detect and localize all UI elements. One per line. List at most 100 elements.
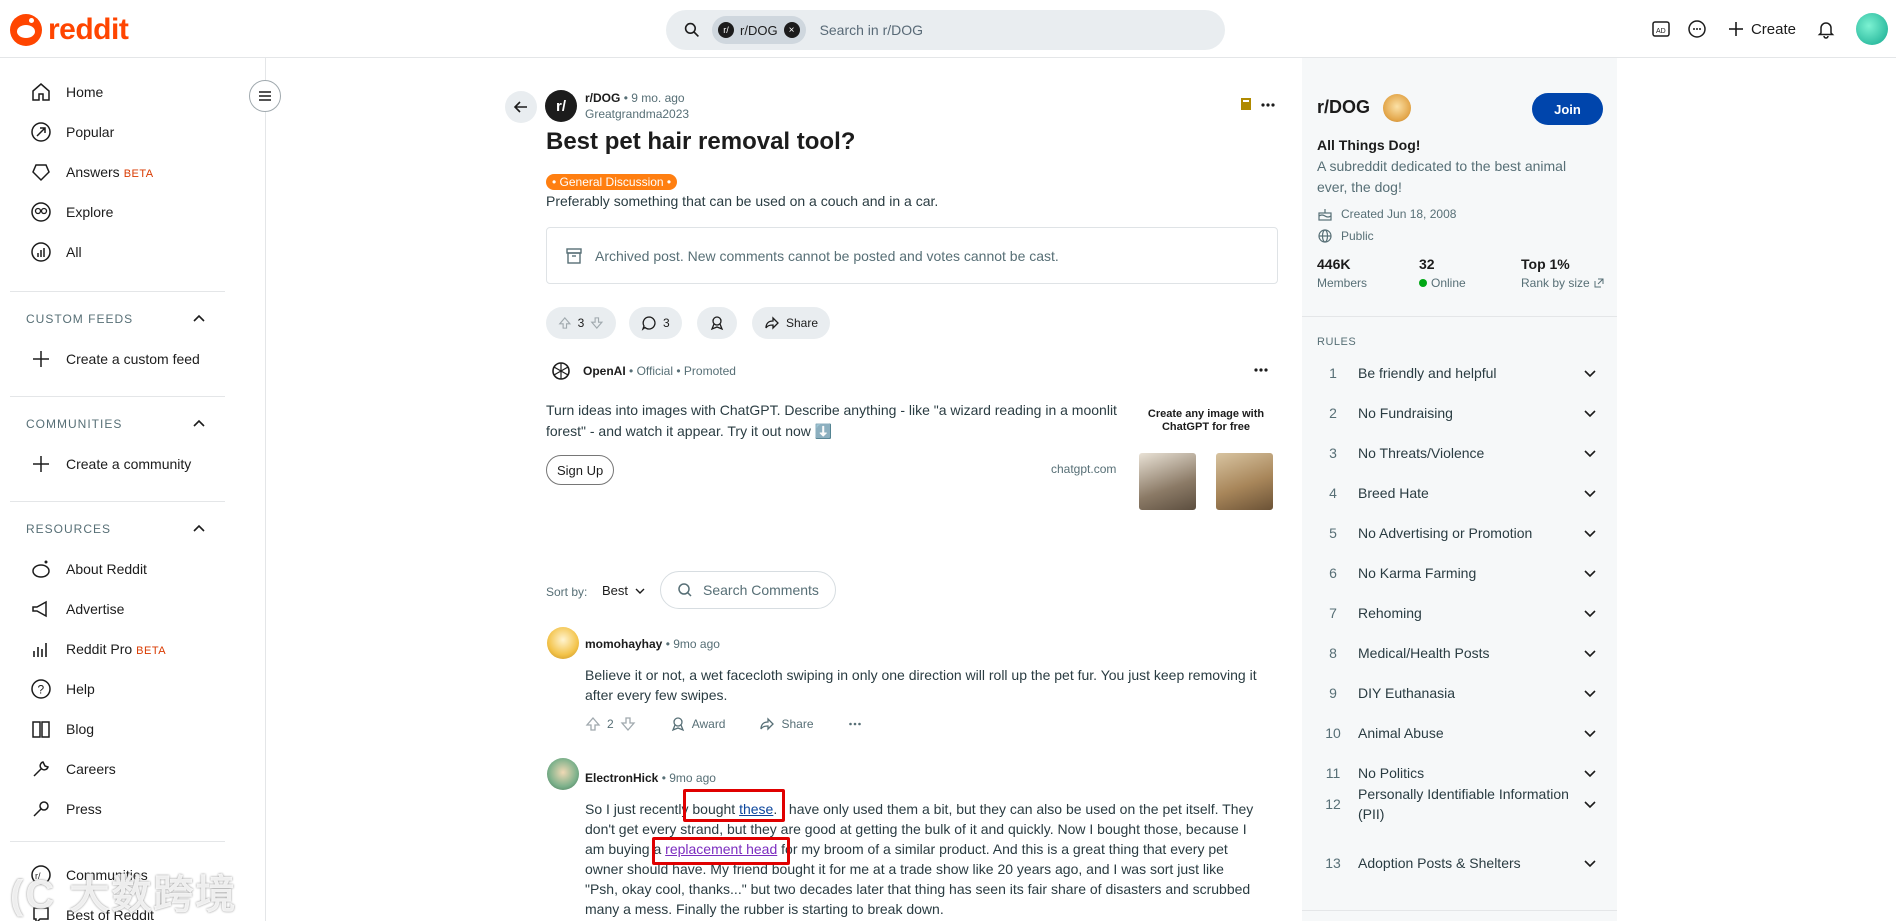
- award-icon[interactable]: [670, 716, 686, 732]
- reddit-alien-icon: [32, 560, 50, 578]
- sidebar-item-blog[interactable]: Blog: [30, 717, 94, 741]
- subreddit-avatar[interactable]: r/: [545, 90, 577, 122]
- award-button[interactable]: Award: [692, 717, 726, 731]
- rule-item[interactable]: 13 Adoption Posts & Shelters: [1320, 853, 1598, 873]
- sidebar-item-careers[interactable]: Careers: [30, 757, 116, 781]
- sidebar-item-explore[interactable]: Explore: [30, 200, 113, 224]
- rule-item[interactable]: 5 No Advertising or Promotion: [1320, 523, 1598, 543]
- rule-item[interactable]: 3 No Threats/Violence: [1320, 443, 1598, 463]
- comments-button[interactable]: 3: [629, 307, 682, 339]
- rule-text: Be friendly and helpful: [1358, 365, 1497, 381]
- user-avatar[interactable]: [1856, 13, 1888, 45]
- subreddit-link[interactable]: r/DOG: [585, 91, 620, 105]
- resources-heading[interactable]: RESOURCES: [26, 522, 206, 536]
- sign-up-button[interactable]: Sign Up: [546, 455, 615, 485]
- rule-number: 5: [1329, 525, 1337, 541]
- rule-item[interactable]: 12 Personally Identifiable Information (P…: [1320, 784, 1598, 824]
- sidebar-divider: [1302, 910, 1617, 911]
- rule-text: No Politics: [1358, 765, 1425, 781]
- chevron-down-icon: [1584, 490, 1596, 498]
- stat-online: 32 Online: [1419, 256, 1466, 290]
- community-name: r/DOG: [1317, 97, 1371, 117]
- communities-heading[interactable]: COMMUNITIES: [26, 417, 206, 431]
- commenter-avatar[interactable]: [547, 758, 579, 790]
- share-icon[interactable]: [759, 716, 775, 732]
- downvote-icon[interactable]: [590, 315, 604, 331]
- search-comments-input[interactable]: Search Comments: [660, 571, 836, 609]
- ad-image-cat-1[interactable]: [1139, 453, 1196, 510]
- bar-chart-icon: [33, 643, 47, 657]
- post-author[interactable]: Greatgrandma2023: [585, 107, 689, 121]
- collapse-sidebar-button[interactable]: [249, 80, 281, 112]
- sidebar-item-home[interactable]: Home: [30, 80, 103, 104]
- chevron-down-icon: [1584, 860, 1596, 868]
- back-button[interactable]: [505, 91, 537, 123]
- upvote-icon[interactable]: [585, 716, 601, 732]
- chat-icon[interactable]: [1679, 11, 1715, 47]
- advertise-icon[interactable]: AD: [1643, 11, 1679, 47]
- save-icon[interactable]: [1240, 97, 1252, 114]
- sidebar-item-popular[interactable]: Popular: [30, 120, 114, 144]
- share-button[interactable]: Share: [752, 307, 831, 339]
- search-bar[interactable]: r/ r/DOG ×: [666, 10, 1225, 50]
- award-button[interactable]: [697, 307, 737, 339]
- sidebar-item-about-reddit[interactable]: About Reddit: [30, 557, 147, 581]
- create-custom-feed-button[interactable]: Create a custom feed: [30, 347, 200, 371]
- post-flair[interactable]: • General Discussion •: [546, 174, 678, 190]
- explore-icon: [31, 202, 51, 222]
- ad-overflow-icon[interactable]: [1253, 362, 1269, 381]
- downvote-icon[interactable]: [620, 716, 636, 732]
- comment-author[interactable]: momohayhay: [585, 637, 662, 651]
- notifications-bell-icon[interactable]: [1808, 11, 1844, 47]
- sidebar-item-reddit-pro[interactable]: Reddit Pro BETA: [30, 637, 166, 661]
- stat-members: 446K Members: [1317, 256, 1368, 290]
- rule-number: 7: [1329, 605, 1337, 621]
- sidebar-item-help[interactable]: ? Help: [30, 677, 95, 701]
- rule-item[interactable]: 2 No Fundraising: [1320, 403, 1598, 423]
- comment-author[interactable]: ElectronHick: [585, 771, 658, 785]
- ad-domain[interactable]: chatgpt.com: [1051, 462, 1116, 476]
- commenter-avatar[interactable]: [547, 627, 579, 659]
- rule-item[interactable]: 11 No Politics: [1320, 763, 1598, 783]
- sidebar-item-press[interactable]: Press: [30, 797, 102, 821]
- search-input[interactable]: [819, 22, 1180, 38]
- stat-rank[interactable]: Top 1% Rank by size: [1521, 256, 1604, 290]
- create-community-button[interactable]: Create a community: [30, 452, 191, 476]
- plus-icon: [1728, 22, 1743, 36]
- rule-item[interactable]: 6 No Karma Farming: [1320, 563, 1598, 583]
- overflow-menu-icon[interactable]: [1260, 97, 1276, 116]
- sidebar-divider: [10, 291, 225, 292]
- custom-feeds-heading[interactable]: CUSTOM FEEDS: [26, 312, 206, 326]
- rules-heading: RULES: [1317, 336, 1357, 348]
- rule-number: 11: [1325, 765, 1341, 781]
- sidebar-item-advertise[interactable]: Advertise: [30, 597, 124, 621]
- post-body: Preferably something that can be used on…: [546, 193, 939, 209]
- rule-item[interactable]: 8 Medical/Health Posts: [1320, 643, 1598, 663]
- rule-item[interactable]: 4 Breed Hate: [1320, 483, 1598, 503]
- sort-dropdown[interactable]: Best: [602, 583, 646, 598]
- search-scope-chip[interactable]: r/ r/DOG ×: [712, 16, 806, 44]
- rule-item[interactable]: 1 Be friendly and helpful: [1320, 363, 1598, 383]
- create-button[interactable]: Create: [1715, 11, 1808, 47]
- share-button[interactable]: Share: [781, 717, 813, 731]
- megaphone-icon: [32, 600, 47, 618]
- advertiser-name[interactable]: OpenAI: [583, 364, 626, 378]
- chevron-down-icon: [1584, 370, 1596, 378]
- clear-scope-icon[interactable]: ×: [783, 22, 800, 38]
- overflow-menu-icon[interactable]: [848, 717, 862, 731]
- sidebar-item-answers[interactable]: Answers BETA: [30, 160, 154, 184]
- openai-logo-icon[interactable]: [550, 360, 572, 385]
- sidebar-item-all[interactable]: All: [30, 240, 82, 264]
- rule-item[interactable]: 10 Animal Abuse: [1320, 723, 1598, 743]
- rule-item[interactable]: 7 Rehoming: [1320, 603, 1598, 623]
- microphone-icon: [33, 801, 49, 817]
- rule-item[interactable]: 9 DIY Euthanasia: [1320, 683, 1598, 703]
- ad-image-cat-2[interactable]: [1216, 453, 1273, 510]
- reddit-logo[interactable]: reddit: [10, 13, 129, 47]
- rule-number: 12: [1325, 796, 1341, 812]
- home-icon: [32, 83, 50, 101]
- rule-text: Animal Abuse: [1358, 725, 1444, 741]
- upvote-icon[interactable]: [558, 315, 572, 331]
- ad-meta: OpenAI • Official • Promoted: [583, 364, 736, 378]
- join-button[interactable]: Join: [1532, 93, 1603, 125]
